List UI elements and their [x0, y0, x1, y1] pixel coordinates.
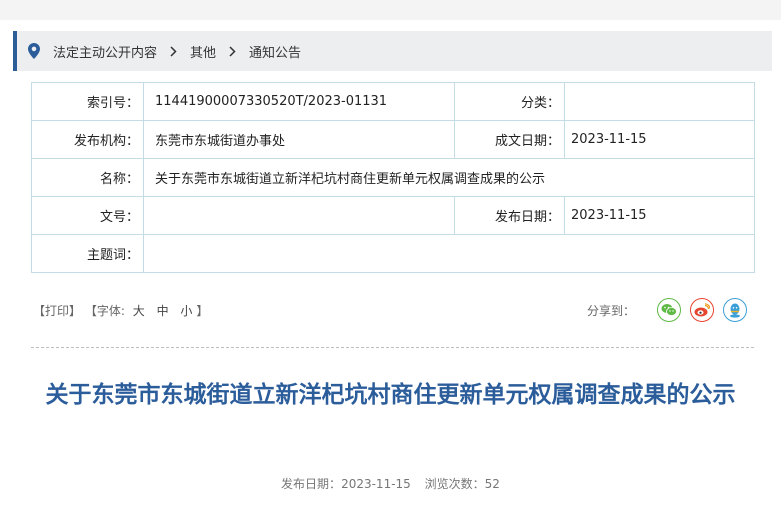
table-row: 主题词：	[31, 234, 755, 273]
document-meta-table: 索引号： 11441900007330520T/2023-01131 分类： 发…	[31, 82, 755, 273]
table-row: 名称： 关于东莞市东城街道立新洋杞坑村商住更新单元权属调查成果的公示	[31, 158, 755, 197]
created-date-label: 成文日期：	[454, 120, 565, 159]
pubdate-value: 2023-11-15	[341, 477, 411, 491]
print-button[interactable]: 【打印】	[33, 304, 81, 318]
table-row: 文号： 发布日期： 2023-11-15	[31, 196, 755, 235]
name-value: 关于东莞市东城街道立新洋杞坑村商住更新单元权属调查成果的公示	[143, 158, 755, 197]
dashed-divider	[31, 347, 754, 348]
subject-label: 主题词：	[31, 234, 144, 273]
share-bar: 分享到：	[587, 298, 747, 322]
views-count: 52	[484, 477, 500, 491]
chevron-right-icon	[170, 45, 177, 57]
article-title: 关于东莞市东城街道立新洋杞坑村商住更新单元权属调查成果的公示	[45, 382, 736, 408]
subject-value	[143, 234, 755, 273]
breadcrumb-item-notice[interactable]: 通知公告	[249, 42, 301, 61]
publisher-label: 发布机构：	[31, 120, 144, 159]
page: 法定主动公开内容 其他 通知公告 索引号： 11441900007330520T…	[0, 20, 781, 520]
pubdate-value: 2023-11-15	[564, 196, 755, 235]
pubdate-label: 发布日期：	[454, 196, 565, 235]
location-pin-icon	[25, 42, 43, 60]
article-pubinfo: 发布日期：2023-11-15 浏览次数：52	[0, 475, 781, 492]
index-value: 11441900007330520T/2023-01131	[143, 82, 455, 121]
wechat-icon[interactable]	[657, 298, 681, 322]
font-size-open: 【字体:	[84, 304, 125, 318]
breadcrumb-item-statutory[interactable]: 法定主动公开内容	[53, 42, 157, 61]
index-label: 索引号：	[31, 82, 144, 121]
breadcrumb: 法定主动公开内容 其他 通知公告	[13, 31, 772, 71]
font-medium-button[interactable]: 中	[157, 304, 169, 318]
name-label: 名称：	[31, 158, 144, 197]
docno-label: 文号：	[31, 196, 144, 235]
qq-icon[interactable]	[723, 298, 747, 322]
weibo-icon[interactable]	[690, 298, 714, 322]
share-label: 分享到：	[586, 303, 635, 318]
category-label: 分类：	[454, 82, 565, 121]
created-date-value: 2023-11-15	[564, 120, 755, 159]
breadcrumb-item-other[interactable]: 其他	[190, 42, 216, 61]
views-label: 浏览次数：	[424, 477, 485, 491]
article-tools: 【打印】 【字体: 大 中 小】	[33, 302, 208, 319]
category-value	[564, 82, 755, 121]
font-size-close: 】	[196, 304, 209, 318]
table-row: 索引号： 11441900007330520T/2023-01131 分类：	[31, 82, 755, 121]
font-large-button[interactable]: 大	[133, 304, 145, 318]
pubdate-label: 发布日期：	[281, 477, 342, 491]
chevron-right-icon	[229, 45, 236, 57]
table-row: 发布机构： 东莞市东城街道办事处 成文日期： 2023-11-15	[31, 120, 755, 159]
font-small-button[interactable]: 小	[180, 304, 192, 318]
docno-value	[143, 196, 455, 235]
publisher-value: 东莞市东城街道办事处	[143, 120, 455, 159]
